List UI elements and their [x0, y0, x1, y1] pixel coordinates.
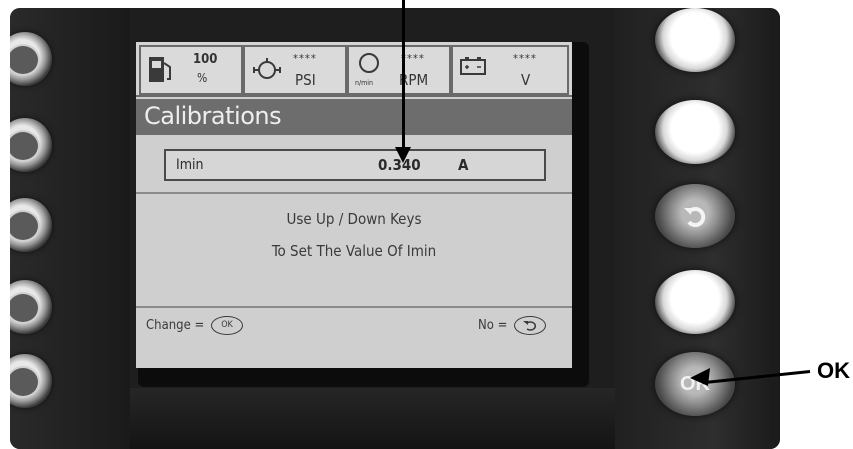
fuel-level-value: 100	[193, 52, 218, 67]
battery-icon	[459, 55, 487, 81]
change-hint: Change = OK	[146, 316, 244, 335]
down-key[interactable]	[655, 100, 735, 164]
instruction-line-2: To Set The Value Of Imin	[271, 242, 437, 260]
back-key-pill	[514, 316, 547, 335]
back-arrow-icon	[523, 320, 537, 331]
no-hint: No =	[478, 316, 547, 335]
bottom-bezel	[130, 388, 615, 449]
battery-status: **** V	[451, 45, 569, 95]
up-key[interactable]	[655, 8, 735, 72]
oil-pressure-value: ****	[293, 52, 317, 65]
fuel-pump-icon	[147, 55, 173, 89]
oil-can-icon	[251, 55, 283, 89]
fuel-level-unit: %	[197, 71, 208, 85]
screen-title-bar: Calibrations	[136, 99, 572, 135]
oil-pressure-status: **** PSI	[243, 45, 347, 95]
fuel-status: 100 %	[139, 45, 243, 95]
divider-top	[136, 192, 572, 194]
engine-icon	[357, 51, 381, 79]
parameter-name: Imin	[176, 157, 204, 173]
battery-voltage-value: ****	[513, 52, 537, 65]
status-bar: 100 % **** PSI n/min **** RPM **** V	[136, 42, 572, 97]
oil-pressure-unit: PSI	[295, 71, 316, 89]
no-label: No =	[478, 318, 508, 333]
lcd-screen: 100 % **** PSI n/min **** RPM **** V Cal…	[136, 42, 572, 368]
parameter-unit: A	[458, 156, 469, 174]
ok-callout-label: OK	[817, 358, 850, 383]
back-key[interactable]	[655, 184, 735, 248]
back-arrow-icon	[655, 184, 735, 248]
screen-title: Calibrations	[144, 102, 282, 130]
engine-speed-status: n/min **** RPM	[347, 45, 451, 95]
instruction-line-1: Use Up / Down Keys	[286, 210, 422, 228]
value-callout-line	[402, 0, 405, 150]
ok-callout-arrowhead	[690, 368, 710, 386]
ok-key-pill: OK	[211, 316, 244, 335]
enter-key[interactable]	[655, 270, 735, 334]
engine-speed-subunit: n/min	[355, 79, 373, 87]
value-callout-arrowhead	[395, 147, 411, 163]
change-label: Change =	[146, 318, 205, 333]
divider-bottom	[136, 306, 572, 308]
battery-voltage-unit: V	[521, 71, 531, 89]
parameter-field[interactable]: Imin 0.340 A	[164, 149, 546, 181]
